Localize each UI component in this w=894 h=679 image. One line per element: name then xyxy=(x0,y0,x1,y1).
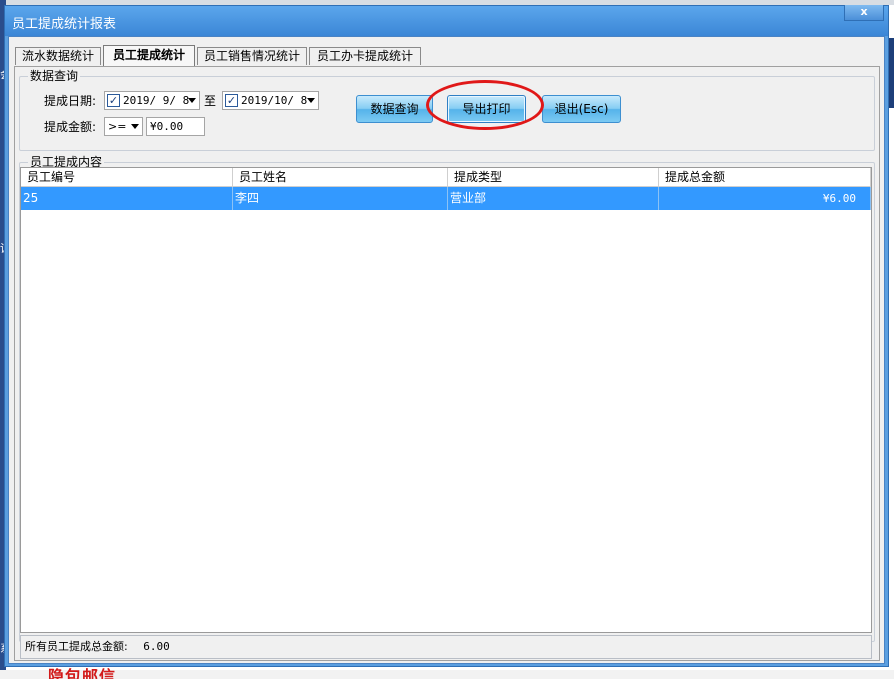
tab-employee-commission-stats[interactable]: 员工提成统计 xyxy=(103,45,195,66)
cell-commission-total: ¥6.00 xyxy=(659,187,871,210)
close-button[interactable]: x xyxy=(844,5,884,21)
highlight-circle xyxy=(426,80,544,130)
date-from-value: 2019/ 9/ 8 xyxy=(123,94,190,107)
date-to-picker[interactable]: ✓ 2019/10/ 8 xyxy=(222,91,319,110)
commission-grid[interactable]: 员工编号 员工姓名 提成类型 提成总金额 25 李四 营业部 ¥6.00 xyxy=(20,167,872,633)
tab-card-commission-stats[interactable]: 员工办卡提成统计 xyxy=(309,47,421,65)
window-title: 员工提成统计报表 xyxy=(12,17,117,32)
background-app-bottom xyxy=(0,670,894,679)
tab-flow-data-stats[interactable]: 流水数据统计 xyxy=(15,47,101,65)
exit-button[interactable]: 退出(Esc) xyxy=(542,95,621,123)
table-row[interactable]: 25 李四 营业部 ¥6.00 xyxy=(21,187,871,210)
date-label: 提成日期: xyxy=(44,94,97,108)
title-bar[interactable]: 员工提成统计报表 xyxy=(5,6,888,36)
tab-employee-sales-stats[interactable]: 员工销售情况统计 xyxy=(197,47,307,65)
cell-commission-type: 营业部 xyxy=(448,187,659,210)
background-banner-text: 隐包邮信 xyxy=(48,667,117,679)
cell-employee-name: 李四 xyxy=(233,187,448,210)
date-to-checkbox[interactable]: ✓ xyxy=(225,94,238,107)
chevron-down-icon[interactable] xyxy=(307,98,315,103)
date-to-value: 2019/10/ 8 xyxy=(241,94,308,107)
amount-input[interactable]: ¥0.00 xyxy=(146,117,205,136)
summary-value: 6.00 xyxy=(143,640,170,653)
grid-header: 员工编号 员工姓名 提成类型 提成总金额 xyxy=(21,168,871,187)
amount-operator-select[interactable]: >= xyxy=(104,117,143,136)
amount-label: 提成金额: xyxy=(44,120,97,134)
date-separator: 至 xyxy=(204,94,217,108)
query-button[interactable]: 数据查询 xyxy=(356,95,433,123)
amount-operator-value: >= xyxy=(108,120,127,133)
column-header-commission-total[interactable]: 提成总金额 xyxy=(659,168,871,187)
column-header-commission-type[interactable]: 提成类型 xyxy=(448,168,659,187)
query-group-label: 数据查询 xyxy=(28,68,81,84)
summary-label: 所有员工提成总金额: xyxy=(25,640,128,653)
chevron-down-icon[interactable] xyxy=(188,98,196,103)
date-from-checkbox[interactable]: ✓ xyxy=(107,94,120,107)
date-from-picker[interactable]: ✓ 2019/ 9/ 8 xyxy=(104,91,200,110)
chevron-down-icon[interactable] xyxy=(131,124,139,129)
summary-bar: 所有员工提成总金额: 6.00 xyxy=(20,635,872,659)
cell-employee-id: 25 xyxy=(21,187,233,210)
column-header-employee-id[interactable]: 员工编号 xyxy=(21,168,233,187)
column-header-employee-name[interactable]: 员工姓名 xyxy=(233,168,448,187)
